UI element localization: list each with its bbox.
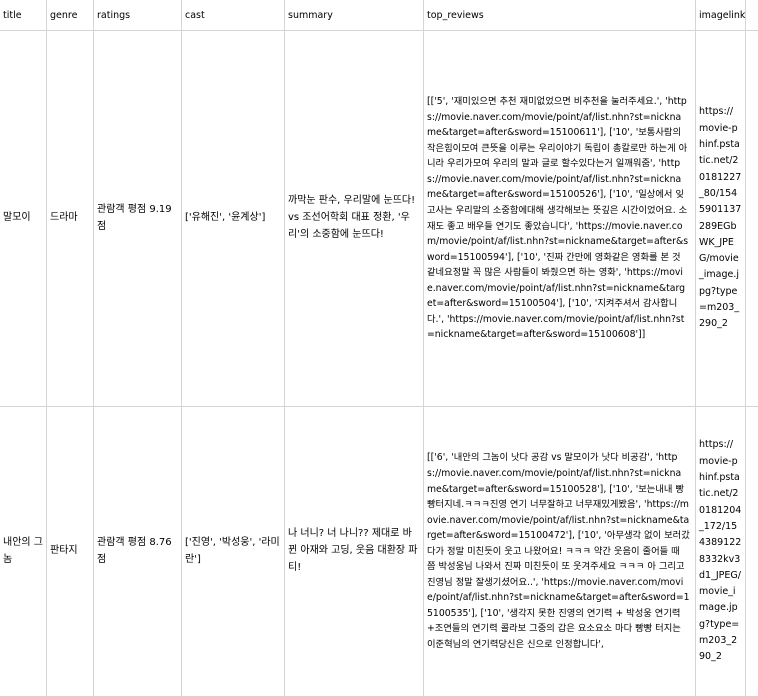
table-cell-cast[interactable]: ['유해진', '윤계상']	[182, 31, 285, 407]
cell-genre-text: 드라마	[50, 212, 78, 224]
table-cell-genre[interactable]: 판타지	[47, 407, 94, 697]
table-cell-top-reviews[interactable]: [['5', '재미있으면 추천 재미없었으면 비추천을 눌러주세요.', 'h…	[424, 31, 696, 407]
cell-title-text: 말모이	[3, 212, 31, 224]
table-cell-cast[interactable]: ['진영', '박성웅', '라미란']	[182, 407, 285, 697]
table-cell-genre[interactable]: 드라마	[47, 31, 94, 407]
header-imagelink[interactable]: imagelink	[696, 0, 746, 31]
table-cell-title[interactable]: 말모이	[0, 31, 47, 407]
header-cast-label: cast	[185, 9, 205, 21]
cell-genre-text: 판타지	[50, 545, 78, 557]
cell-ratings-text: 관람객 평점 9.19점	[97, 203, 172, 232]
header-top-reviews[interactable]: top_reviews	[424, 0, 696, 31]
table-cell-imagelink[interactable]: https://movie-phinf.pstatic.net/20181204…	[696, 407, 746, 697]
cell-top-reviews-text: [['6', '내안의 그놈이 낫다 공감 vs 말모이가 낫다 비공감', '…	[427, 452, 690, 650]
cell-ratings-text: 관람객 평점 8.76점	[97, 536, 172, 565]
header-ratings-label: ratings	[97, 9, 131, 21]
header-genre[interactable]: genre	[47, 0, 94, 31]
table-cell-empty[interactable]	[746, 31, 758, 407]
cell-imagelink-text: https://movie-phinf.pstatic.net/20181204…	[699, 439, 742, 663]
table-cell-empty[interactable]	[746, 407, 758, 697]
header-summary[interactable]: summary	[285, 0, 424, 31]
header-title[interactable]: title	[0, 0, 47, 31]
cell-title-text: 내안의 그놈	[3, 536, 43, 565]
cell-top-reviews-text: [['5', '재미있으면 추천 재미없었으면 비추천을 눌러주세요.', 'h…	[427, 96, 689, 341]
cell-cast-text: ['진영', '박성웅', '라미란']	[185, 536, 280, 565]
table-cell-top-reviews[interactable]: [['6', '내안의 그놈이 낫다 공감 vs 말모이가 낫다 비공감', '…	[424, 407, 696, 697]
header-top-reviews-label: top_reviews	[427, 9, 484, 21]
cell-summary-text: 까막눈 판수, 우리말에 눈뜨다! vs 조선어학회 대표 정환, '우리'의 …	[288, 195, 416, 240]
header-cast[interactable]: cast	[182, 0, 285, 31]
cell-cast-text: ['유해진', '윤계상']	[185, 212, 266, 224]
table-cell-summary[interactable]: 까막눈 판수, 우리말에 눈뜨다! vs 조선어학회 대표 정환, '우리'의 …	[285, 31, 424, 407]
table-cell-imagelink[interactable]: https://movie-phinf.pstatic.net/20181227…	[696, 31, 746, 407]
table-cell-ratings[interactable]: 관람객 평점 9.19점	[94, 31, 182, 407]
header-ratings[interactable]: ratings	[94, 0, 182, 31]
header-empty[interactable]	[746, 0, 758, 31]
table-cell-ratings[interactable]: 관람객 평점 8.76점	[94, 407, 182, 697]
header-summary-label: summary	[288, 9, 333, 21]
header-genre-label: genre	[50, 9, 78, 21]
spreadsheet-grid: title genre ratings cast summary top_rev…	[0, 0, 758, 697]
table-cell-title[interactable]: 내안의 그놈	[0, 407, 47, 697]
header-title-label: title	[3, 9, 22, 21]
cell-summary-text: 나 너니? 너 나니?? 제대로 바뀐 아재와 고딩, 웃음 대환장 파티!	[288, 528, 418, 573]
header-imagelink-label: imagelink	[699, 9, 746, 21]
table-cell-summary[interactable]: 나 너니? 너 나니?? 제대로 바뀐 아재와 고딩, 웃음 대환장 파티!	[285, 407, 424, 697]
cell-imagelink-text: https://movie-phinf.pstatic.net/20181227…	[699, 106, 742, 330]
